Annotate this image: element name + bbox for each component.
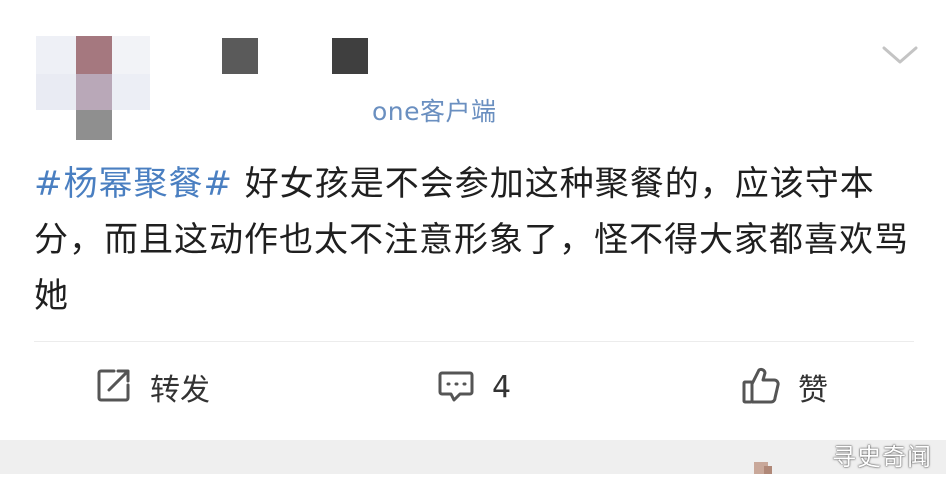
footer-bar: [0, 440, 946, 474]
watermark: 寻史奇闻: [832, 443, 932, 471]
divider: [34, 341, 914, 342]
like-label: 赞: [798, 373, 828, 408]
avatar[interactable]: [36, 36, 150, 140]
comment-button[interactable]: 4: [436, 362, 511, 412]
decoration-icon: [752, 458, 774, 474]
thumbs-up-icon: [740, 364, 782, 410]
username-redacted[interactable]: [332, 38, 368, 74]
comment-icon: [436, 365, 476, 409]
post-content: #杨幂聚餐# 好女孩是不会参加这种聚餐的，应该守本分，而且这动作也太不注意形象了…: [34, 156, 914, 324]
topic-link[interactable]: #杨幂聚餐#: [34, 164, 233, 204]
share-icon: [94, 365, 134, 409]
repost-label: 转发: [150, 373, 210, 408]
repost-button[interactable]: 转发: [94, 362, 210, 412]
comment-count: 4: [492, 369, 512, 405]
username-redacted[interactable]: [222, 38, 258, 74]
client-source: one客户端: [372, 97, 497, 126]
weibo-post: one客户端 #杨幂聚餐# 好女孩是不会参加这种聚餐的，应该守本分，而且这动作也…: [0, 0, 946, 440]
chevron-down-icon[interactable]: [880, 40, 920, 70]
like-button[interactable]: 赞: [740, 362, 828, 412]
